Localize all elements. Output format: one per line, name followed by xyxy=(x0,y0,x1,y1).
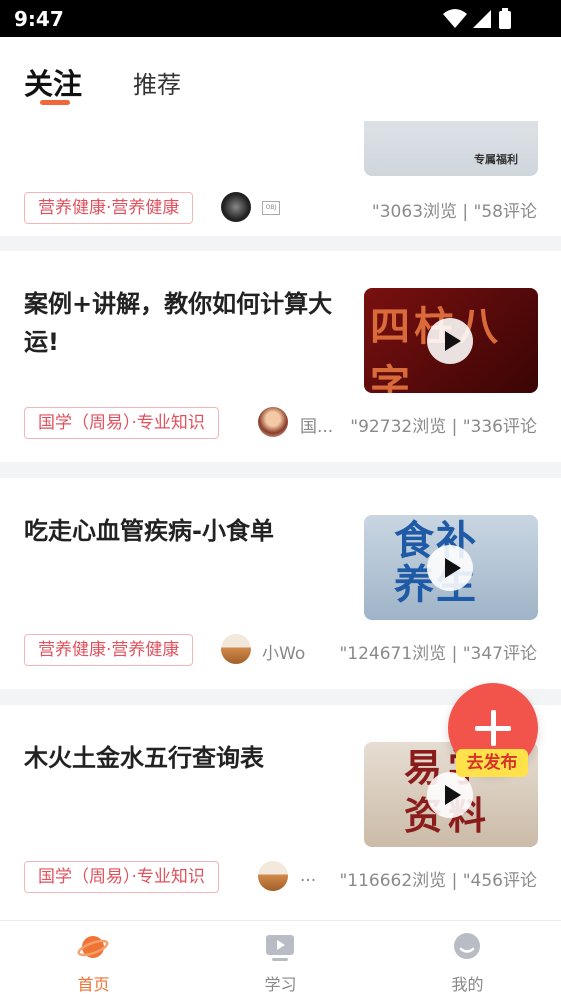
bottom-nav: 首页 学习 我的 xyxy=(0,920,561,1000)
card-title[interactable]: 案例+讲解，教你如何计算大运! xyxy=(24,285,342,361)
author-name[interactable]: 国... xyxy=(300,412,333,437)
play-icon[interactable] xyxy=(427,318,473,364)
status-time: 9:47 xyxy=(14,7,64,31)
image-placeholder-icon: OBJ xyxy=(262,201,280,215)
status-bar: 9:47 xyxy=(0,0,561,37)
planet-icon xyxy=(77,936,109,958)
category-tag[interactable]: 营养健康·营养健康 xyxy=(24,634,194,666)
feed-card[interactable]: 案例+讲解，教你如何计算大运! 四柱八字 国学（周易）·专业知识 国... "9… xyxy=(0,251,561,462)
signal-icon xyxy=(473,10,491,28)
tab-active-indicator xyxy=(40,100,70,105)
category-tag[interactable]: 国学（周易）·专业知识 xyxy=(24,861,219,893)
feed-list[interactable]: 专属福利 营养健康·营养健康 OBJ "3063浏览 | "58评论 案例+讲解… xyxy=(0,121,561,920)
play-icon[interactable] xyxy=(427,545,473,591)
category-tag[interactable]: 国学（周易）·专业知识 xyxy=(24,407,219,439)
card-title[interactable]: 木火土金水五行查询表 xyxy=(24,739,342,777)
nav-label-home: 首页 xyxy=(77,975,110,994)
nav-item-home[interactable]: 首页 xyxy=(0,921,187,1000)
status-icons xyxy=(443,8,511,29)
view-comment-stats: "92732浏览 | "336评论 xyxy=(350,417,537,437)
top-tabs: 关注 推荐 xyxy=(0,37,561,121)
thumb-caption: 专属福利 xyxy=(474,153,518,166)
wifi-icon xyxy=(443,9,467,28)
category-tag[interactable]: 营养健康·营养健康 xyxy=(24,192,194,224)
nav-label-profile: 我的 xyxy=(451,975,484,994)
publish-label[interactable]: 去发布 xyxy=(456,749,528,777)
author-avatar[interactable] xyxy=(221,634,251,664)
feed-card[interactable]: 专属福利 营养健康·营养健康 OBJ "3063浏览 | "58评论 xyxy=(0,121,561,236)
nav-item-profile[interactable]: 我的 xyxy=(374,921,561,1000)
tab-recommend[interactable]: 推荐 xyxy=(133,65,181,100)
card-thumbnail[interactable]: 食补养生 xyxy=(364,515,538,620)
card-thumbnail[interactable]: 四柱八字 xyxy=(364,288,538,393)
user-icon xyxy=(454,933,480,959)
view-comment-stats: "3063浏览 | "58评论 xyxy=(371,202,537,222)
nav-item-study[interactable]: 学习 xyxy=(187,921,374,1000)
author-avatar[interactable] xyxy=(258,407,288,437)
tab-follow[interactable]: 关注 xyxy=(24,61,82,103)
card-title[interactable]: 吃走心血管疾病-小食单 xyxy=(24,512,342,550)
author-name[interactable]: ... xyxy=(300,866,316,886)
view-comment-stats: "116662浏览 | "456评论 xyxy=(339,871,537,891)
play-icon[interactable] xyxy=(427,772,473,818)
card-thumbnail[interactable]: 专属福利 xyxy=(364,121,538,176)
author-name[interactable]: 小Wo xyxy=(262,639,305,664)
view-comment-stats: "124671浏览 | "347评论 xyxy=(339,644,537,664)
battery-icon xyxy=(499,11,511,29)
author-avatar[interactable] xyxy=(221,192,251,222)
nav-label-study: 学习 xyxy=(264,975,297,994)
feed-card[interactable]: 吃走心血管疾病-小食单 食补养生 营养健康·营养健康 小Wo "124671浏览… xyxy=(0,478,561,689)
author-avatar[interactable] xyxy=(258,861,288,891)
video-icon xyxy=(266,935,294,961)
